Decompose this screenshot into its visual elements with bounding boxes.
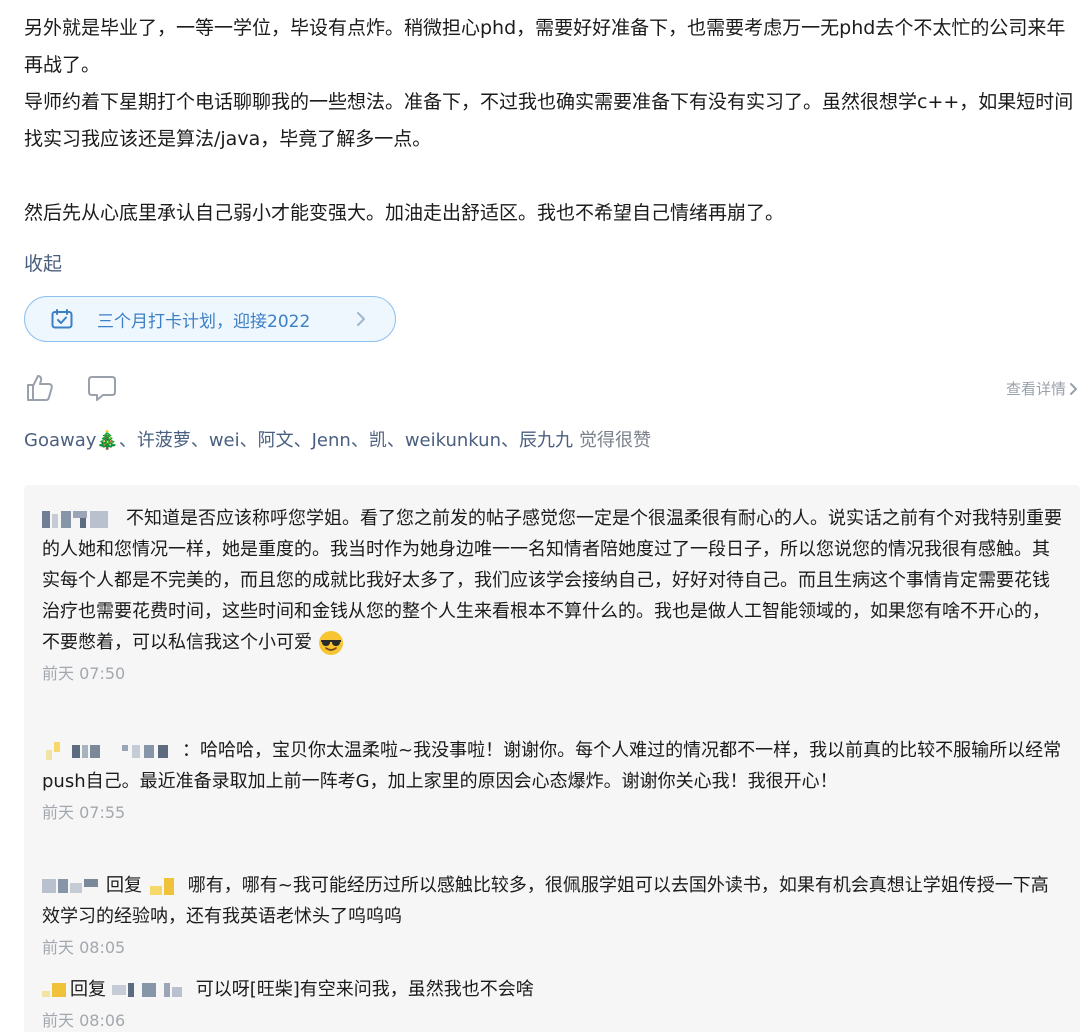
comment-body: 可以呀[旺柴]有空来问我，虽然我也不会啥 (195, 979, 534, 1000)
comment-body: 不知道是否应该称呼您学姐。看了您之前发的帖子感觉您一定是个很温柔很有耐心的人。说… (42, 508, 1062, 653)
separator: 、 (190, 430, 209, 451)
liker-name[interactable]: wei (209, 430, 240, 451)
reply-label: 回复 (106, 875, 142, 896)
blurred-username[interactable] (111, 979, 196, 1001)
liker-name[interactable]: 凯 (369, 430, 387, 451)
separator: 、 (386, 430, 405, 451)
reply-label: 回复 (70, 979, 106, 1000)
comment-timestamp: 前天 07:55 (42, 803, 126, 822)
separator: 、 (239, 430, 258, 451)
liker-name[interactable]: Goaway🎄 (24, 430, 119, 451)
view-details-link[interactable]: 查看详情 (1006, 378, 1080, 399)
thumbs-up-icon[interactable] (24, 372, 56, 404)
blurred-username[interactable] (148, 875, 188, 897)
chevron-right-icon (1070, 382, 1077, 395)
post-paragraph: 另外就是毕业了，一等一学位，毕设有点炸。稍微担心phd，需要好好准备下，也需要考… (24, 17, 1066, 76)
blurred-username[interactable] (42, 508, 126, 530)
separator: 、 (118, 430, 137, 451)
comment-section: 不知道是否应该称呼您学姐。看了您之前发的帖子感觉您一定是个很温柔很有耐心的人。说… (24, 485, 1080, 1032)
chevron-right-icon (351, 309, 371, 329)
comment-timestamp: 前天 08:05 (42, 938, 126, 957)
comment-text: 不知道是否应该称呼您学姐。看了您之前发的帖子感觉您一定是个很温柔很有耐心的人。说… (42, 503, 1062, 658)
topic-tag-button[interactable]: 三个月打卡计划，迎接2022 (24, 296, 396, 342)
blurred-username[interactable] (42, 740, 182, 762)
comment-item: ：哈哈哈，宝贝你太温柔啦~我没事啦！谢谢你。每个人难过的情况都不一样，我以前真的… (42, 735, 1062, 825)
separator: 、 (500, 430, 519, 451)
liker-name[interactable]: 阿文 (258, 430, 294, 451)
comment-timestamp: 前天 07:50 (42, 664, 126, 683)
topic-tag-label: 三个月打卡计划，迎接2022 (97, 311, 311, 332)
comment-timestamp: 前天 08:06 (42, 1011, 126, 1030)
post-paragraph: 导师约着下星期打个电话聊聊我的一些想法。准备下，不过我也确实需要准备下有没有实习… (24, 91, 1074, 150)
view-details-label: 查看详情 (1005, 380, 1066, 398)
liker-name[interactable]: 许菠萝 (137, 430, 191, 451)
blurred-username[interactable] (42, 979, 70, 1001)
comment-item: 回复 哪有，哪有~我可能经历过所以感触比较多，很佩服学姐可以去国外读书，如果有机… (42, 870, 1062, 960)
comment-bubble-icon[interactable] (86, 372, 118, 404)
comment-item: 回复 可以呀[旺柴]有空来问我，虽然我也不会啥 前天 08:06 (42, 974, 1062, 1032)
liker-name[interactable]: 辰九九 (519, 430, 573, 451)
collapse-link[interactable]: 收起 (24, 250, 62, 278)
separator: 、 (350, 430, 369, 451)
comment-text: 回复 哪有，哪有~我可能经历过所以感触比较多，很佩服学姐可以去国外读书，如果有机… (42, 870, 1062, 932)
blurred-username[interactable] (42, 875, 106, 897)
action-bar: 查看详情 (24, 368, 1080, 408)
comment-item: 不知道是否应该称呼您学姐。看了您之前发的帖子感觉您一定是个很温柔很有耐心的人。说… (42, 503, 1062, 686)
separator: 、 (293, 430, 312, 451)
comment-body: 哪有，哪有~我可能经历过所以感触比较多，很佩服学姐可以去国外读书，如果有机会真想… (42, 875, 1049, 927)
comment-text: 回复 可以呀[旺柴]有空来问我，虽然我也不会啥 (42, 974, 1062, 1005)
post-paragraph: 然后先从心底里承认自己弱小才能变强大。加油走出舒适区。我也不希望自己情绪再崩了。 (24, 202, 785, 224)
comment-text: ：哈哈哈，宝贝你太温柔啦~我没事啦！谢谢你。每个人难过的情况都不一样，我以前真的… (42, 735, 1062, 797)
liker-name[interactable]: Jenn (312, 430, 351, 451)
sunglasses-emoji-icon (318, 630, 344, 656)
post-body: 另外就是毕业了，一等一学位，毕设有点炸。稍微担心phd，需要好好准备下，也需要考… (24, 10, 1074, 232)
likers-list: Goaway🎄、许菠萝、wei、阿文、Jenn、凯、weikunkun、辰九九觉… (24, 424, 651, 458)
comment-body: ：哈哈哈，宝贝你太温柔啦~我没事啦！谢谢你。每个人难过的情况都不一样，我以前真的… (42, 740, 1062, 792)
likers-suffix: 觉得很赞 (578, 430, 651, 451)
calendar-check-icon (51, 309, 73, 329)
liker-name[interactable]: weikunkun (405, 430, 501, 451)
